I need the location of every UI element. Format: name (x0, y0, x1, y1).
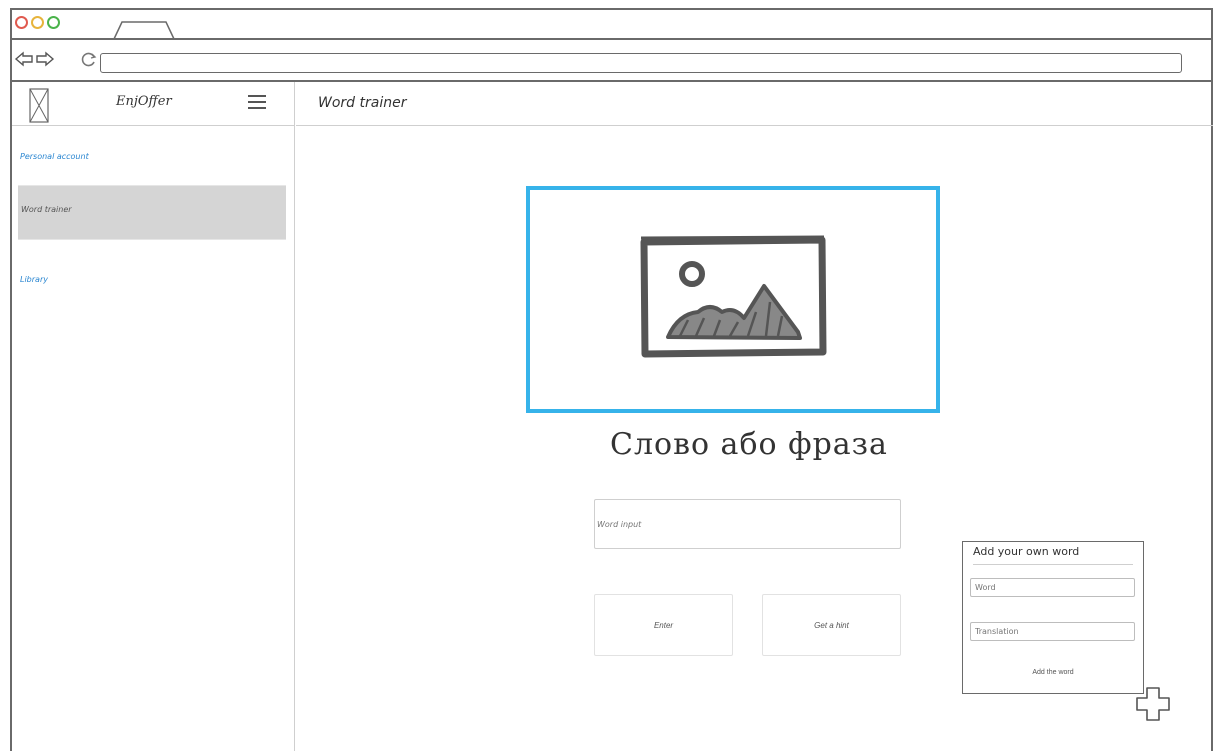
page-title: Word trainer (318, 95, 407, 111)
sidebar: EnjOffer Personal account Word trainer L… (12, 82, 295, 751)
add-word-button[interactable]: Add the word (1008, 661, 1098, 683)
translation-field[interactable] (970, 622, 1135, 641)
new-word-field[interactable] (970, 578, 1135, 597)
sidebar-item-label: Word trainer (21, 205, 72, 214)
plus-icon[interactable] (1134, 685, 1172, 723)
main-content: Word trainer Слово або фраза Enter Get a… (296, 82, 1213, 751)
app-name: EnjOffer (116, 94, 172, 109)
reload-icon[interactable] (80, 50, 98, 68)
window-controls (15, 16, 60, 29)
main-header: Word trainer (296, 82, 1213, 126)
hamburger-icon[interactable] (248, 95, 266, 111)
app-window: EnjOffer Personal account Word trainer L… (12, 82, 1213, 751)
sidebar-item-word-trainer[interactable]: Word trainer (18, 185, 286, 240)
browser-titlebar (12, 10, 1211, 40)
browser-tab[interactable] (112, 20, 176, 40)
forward-arrow-icon[interactable] (35, 50, 55, 68)
url-input[interactable] (100, 53, 1182, 73)
browser-window: EnjOffer Personal account Word trainer L… (10, 8, 1213, 751)
sidebar-item-personal-account[interactable]: Personal account (20, 152, 89, 161)
close-window-button[interactable] (15, 16, 28, 29)
image-placeholder-icon (29, 88, 49, 123)
add-word-panel: Add your own word Add the word (962, 541, 1144, 694)
add-word-title: Add your own word (973, 545, 1080, 558)
browser-address-bar (12, 40, 1211, 82)
title-divider (973, 564, 1133, 565)
picture-icon (640, 235, 827, 358)
word-phrase-display: Слово або фраза (610, 427, 888, 462)
sidebar-header: EnjOffer (12, 82, 295, 126)
maximize-window-button[interactable] (47, 16, 60, 29)
word-image-frame (526, 186, 940, 413)
enter-button[interactable]: Enter (594, 594, 733, 656)
word-input[interactable] (594, 499, 901, 549)
get-hint-button[interactable]: Get a hint (762, 594, 901, 656)
minimize-window-button[interactable] (31, 16, 44, 29)
sidebar-item-library[interactable]: Library (20, 275, 48, 284)
back-arrow-icon[interactable] (14, 50, 34, 68)
